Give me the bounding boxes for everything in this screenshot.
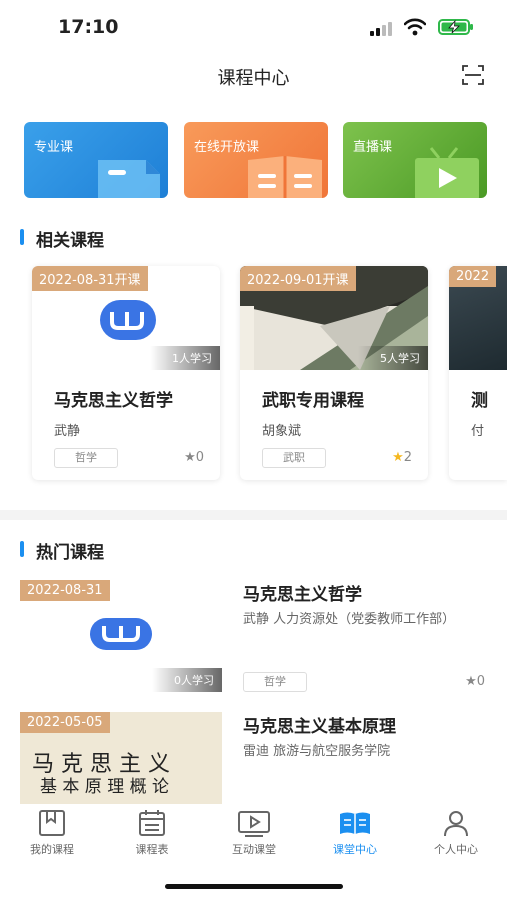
course-date-badge: 2022 [449,266,497,287]
wifi-icon [404,18,426,36]
bookmark-book-icon [39,810,65,836]
tab-label: 我的课程 [30,843,74,856]
tab-label: 互动课堂 [232,843,276,856]
star-icon: ★ [465,674,477,689]
course-center-page: 17:10 课程中心 专业课 在线开放课 直播课 相关课程 2022-08-31… [0,0,507,900]
status-time: 17:10 [58,16,119,38]
tab-class-center[interactable]: 课堂中心 [305,808,405,857]
tile-label: 直播课 [353,140,393,155]
course-tag: 哲学 [54,448,118,468]
hot-course-item[interactable]: 2022-08-31 0人学习 马克思主义哲学 武静 人力资源处（党委教师工作部… [0,580,507,700]
course-tag: 武职 [262,448,326,468]
course-date-badge: 2022-08-31开课 [32,266,148,291]
course-cover: 2022-08-31开课 1人学习 [32,266,220,370]
navigation-bar: 课程中心 [0,52,507,98]
status-bar: 17:10 [0,0,507,52]
battery-charging-icon [438,19,473,35]
course-title: 测 [471,391,488,411]
tile-online-open-course[interactable]: 在线开放课 [184,122,328,198]
section-divider [0,510,507,520]
course-card[interactable]: 2022-08-31开课 1人学习 马克思主义哲学 武静 哲学 ★0 [32,266,220,480]
star-icon: ★ [392,450,404,465]
tab-schedule[interactable]: 课程表 [102,808,202,857]
tab-label: 课程表 [135,843,169,856]
tab-label: 课堂中心 [333,843,377,856]
calendar-icon [139,810,165,836]
learner-count-badge: 0人学习 [152,668,222,692]
course-meta: 雷迪 旅游与航空服务学院 [243,744,391,759]
course-cover: 2022-08-31 0人学习 [20,580,222,692]
learner-count-badge: 1人学习 [150,346,220,370]
home-indicator [165,884,343,889]
learner-count-badge: 5人学习 [358,346,428,370]
course-rating: ★0 [184,450,204,465]
tile-professional-course[interactable]: 专业课 [24,122,168,198]
tab-interactive-class[interactable]: 互动课堂 [204,808,304,857]
course-rating: ★0 [465,674,485,689]
course-title: 武职专用课程 [262,391,364,411]
tile-live-course[interactable]: 直播课 [343,122,487,198]
cellular-signal-icon [370,22,392,36]
tile-label: 专业课 [34,140,74,155]
course-date-badge: 2022-08-31 [20,580,110,601]
section-title: 相关课程 [36,231,104,251]
course-title: 马克思主义哲学 [243,585,362,605]
document-icon [98,160,160,198]
star-icon: ★ [184,450,196,465]
tab-my-courses[interactable]: 我的课程 [2,808,102,857]
course-author: 武静 [54,424,81,439]
scan-icon[interactable] [462,65,484,85]
course-card-partial[interactable]: 2022 测 付 [449,266,507,480]
course-meta: 武静 人力资源处（党委教师工作部） [243,612,456,627]
section-marker [20,541,24,557]
course-date-badge: 2022-09-01开课 [240,266,356,291]
open-book-icon [340,812,370,834]
page-title: 课程中心 [217,68,290,89]
course-rating: ★2 [392,450,412,465]
course-title: 马克思主义哲学 [54,391,173,411]
course-cover: 2022-09-01开课 5人学习 [240,266,428,370]
person-icon [444,811,468,837]
course-tag: 哲学 [243,672,307,692]
tab-personal-center[interactable]: 个人中心 [406,808,506,857]
section-marker [20,229,24,245]
tab-label: 个人中心 [434,843,478,856]
section-title: 热门课程 [36,543,104,563]
course-card[interactable]: 2022-09-01开课 5人学习 武职专用课程 胡象斌 武职 ★2 [240,266,428,480]
cover-text: 基 本 原 理 概 论 [40,777,170,797]
play-screen-icon [238,811,270,837]
tv-icon [415,147,479,198]
course-title: 马克思主义基本原理 [243,717,396,737]
course-date-badge: 2022-05-05 [20,712,110,733]
open-book-icon [248,156,322,198]
course-author: 付 [471,424,485,439]
course-author: 胡象斌 [262,424,302,439]
